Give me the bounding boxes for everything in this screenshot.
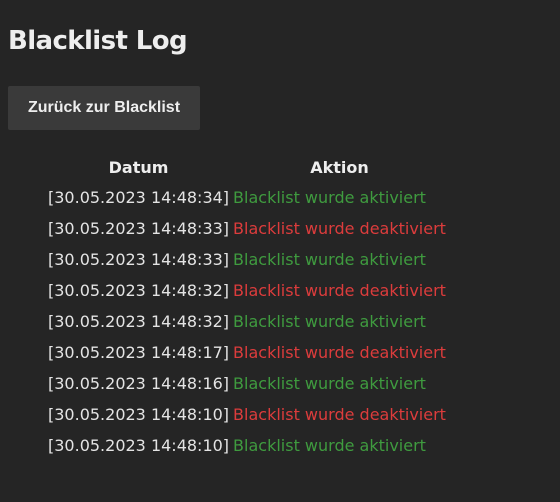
row-timestamp: [30.05.2023 14:48:32]	[48, 312, 230, 331]
page-title: Blacklist Log	[8, 26, 188, 56]
row-action: Blacklist wurde aktiviert	[233, 250, 426, 269]
row-action: Blacklist wurde aktiviert	[233, 188, 426, 207]
row-action: Blacklist wurde aktiviert	[233, 312, 426, 331]
table-row: [30.05.2023 14:48:33] Blacklist wurde ak…	[46, 244, 448, 275]
row-timestamp: [30.05.2023 14:48:16]	[48, 374, 230, 393]
row-timestamp: [30.05.2023 14:48:34]	[48, 188, 230, 207]
column-header-datum: Datum	[108, 157, 169, 177]
row-action: Blacklist wurde deaktiviert	[233, 219, 446, 238]
row-timestamp: [30.05.2023 14:48:10]	[48, 405, 230, 424]
row-action: Blacklist wurde aktiviert	[233, 374, 426, 393]
back-to-blacklist-button[interactable]: Zurück zur Blacklist	[8, 86, 200, 130]
row-timestamp: [30.05.2023 14:48:33]	[48, 250, 230, 269]
row-timestamp: [30.05.2023 14:48:10]	[48, 436, 230, 455]
column-header-aktion: Aktion	[310, 157, 369, 177]
row-action: Blacklist wurde deaktiviert	[233, 405, 446, 424]
table-row: [30.05.2023 14:48:17] Blacklist wurde de…	[46, 337, 448, 368]
row-timestamp: [30.05.2023 14:48:17]	[48, 343, 230, 362]
table-row: [30.05.2023 14:48:33] Blacklist wurde de…	[46, 213, 448, 244]
table-row: [30.05.2023 14:48:32] Blacklist wurde de…	[46, 275, 448, 306]
table-row: [30.05.2023 14:48:16] Blacklist wurde ak…	[46, 368, 448, 399]
row-timestamp: [30.05.2023 14:48:32]	[48, 281, 230, 300]
table-header-row: Datum Aktion	[46, 152, 448, 182]
row-action: Blacklist wurde deaktiviert	[233, 343, 446, 362]
row-action: Blacklist wurde deaktiviert	[233, 281, 446, 300]
row-timestamp: [30.05.2023 14:48:33]	[48, 219, 230, 238]
log-table: Datum Aktion [30.05.2023 14:48:34] Black…	[46, 152, 448, 461]
table-row: [30.05.2023 14:48:10] Blacklist wurde ak…	[46, 430, 448, 461]
row-action: Blacklist wurde aktiviert	[233, 436, 426, 455]
table-row: [30.05.2023 14:48:10] Blacklist wurde de…	[46, 399, 448, 430]
table-row: [30.05.2023 14:48:32] Blacklist wurde ak…	[46, 306, 448, 337]
table-row: [30.05.2023 14:48:34] Blacklist wurde ak…	[46, 182, 448, 213]
